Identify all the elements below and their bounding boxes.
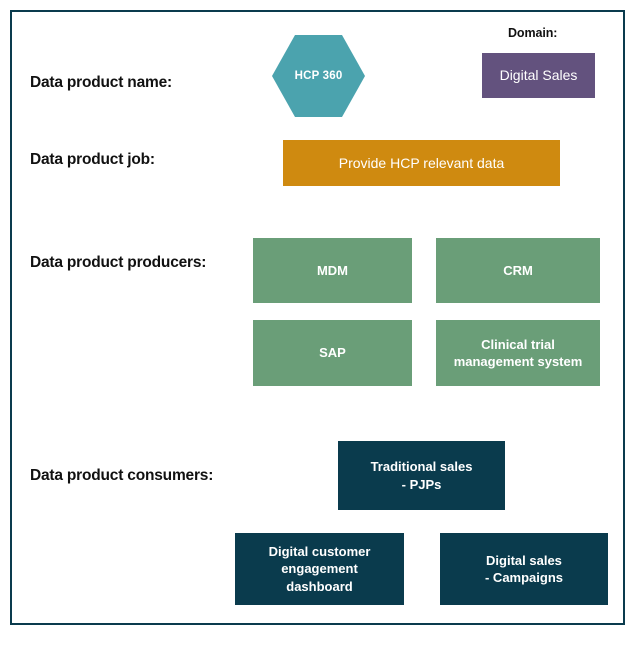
consumer-box-digital-customer-engagement-dashboard[interactable]: Digital customer engagement dashboard: [235, 533, 404, 605]
data-product-name-hexagon[interactable]: HCP 360: [272, 35, 365, 117]
row-label-data-product-consumers: Data product consumers:: [30, 467, 214, 484]
producer-box-crm[interactable]: CRM: [436, 238, 600, 303]
domain-caption: Domain:: [508, 26, 558, 40]
producer-box-clinical-trial-management-system[interactable]: Clinical trial management system: [436, 320, 600, 386]
domain-value-box[interactable]: Digital Sales: [482, 53, 595, 98]
row-label-data-product-job: Data product job:: [30, 151, 155, 168]
producer-box-sap[interactable]: SAP: [253, 320, 412, 386]
data-product-job-box[interactable]: Provide HCP relevant data: [283, 140, 560, 186]
row-label-data-product-name: Data product name:: [30, 74, 172, 91]
producer-box-mdm[interactable]: MDM: [253, 238, 412, 303]
row-label-data-product-producers: Data product producers:: [30, 254, 207, 271]
data-product-name-value: HCP 360: [294, 70, 343, 82]
diagram-canvas: Data product name: Data product job: Dat…: [0, 0, 641, 655]
consumer-box-digital-sales-campaigns[interactable]: Digital sales - Campaigns: [440, 533, 608, 605]
consumer-box-traditional-sales-pjps[interactable]: Traditional sales - PJPs: [338, 441, 505, 510]
